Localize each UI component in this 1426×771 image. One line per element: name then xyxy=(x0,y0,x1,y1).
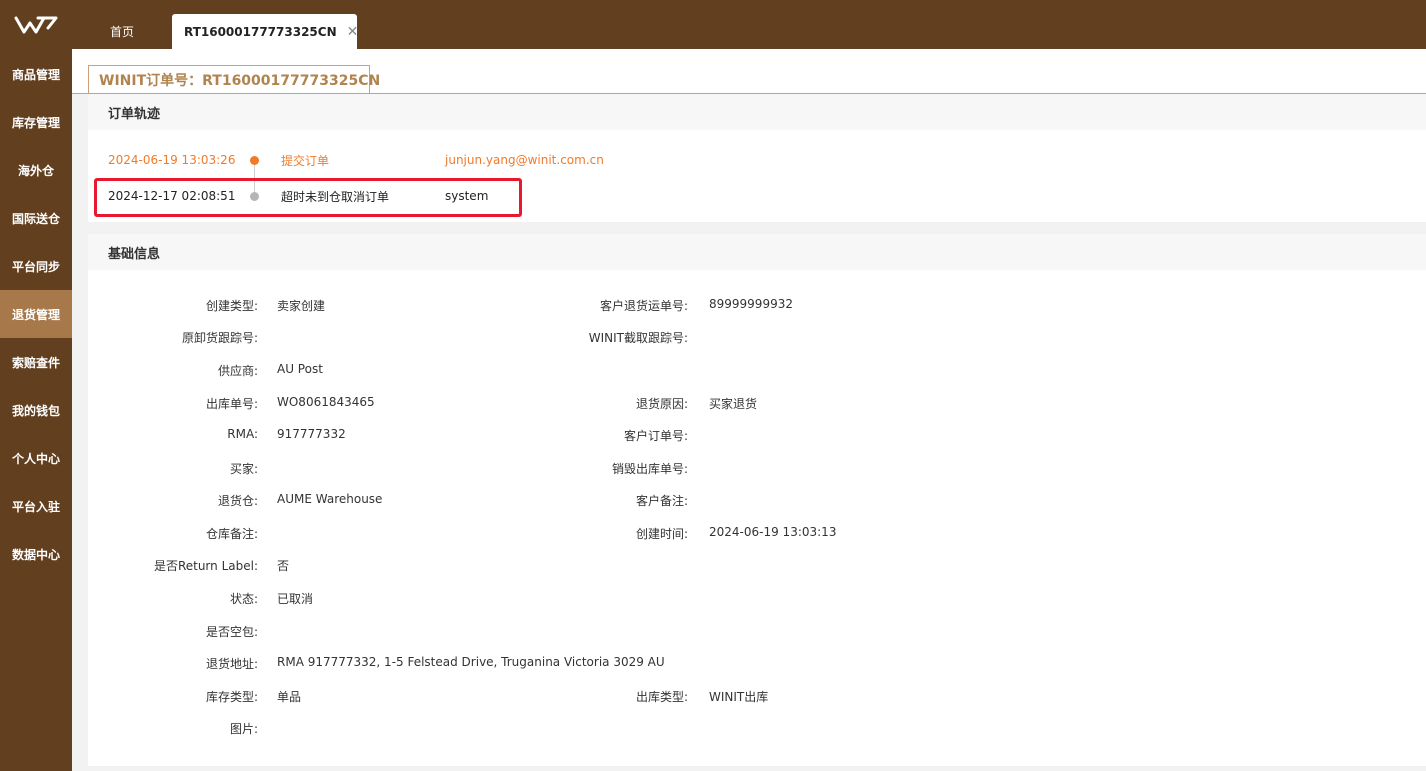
rma-label: RMA: xyxy=(227,427,258,441)
sidebar-item-claims[interactable]: 索赔查件 xyxy=(0,338,72,386)
sidebar-item-wallet[interactable]: 我的钱包 xyxy=(0,386,72,434)
order-track-panel: 订单轨迹 2024-06-19 13:03:26 提交订单 junjun.yan… xyxy=(88,94,1426,222)
status-value: 已取消 xyxy=(277,592,314,606)
winit-logo-icon[interactable] xyxy=(0,0,72,50)
supplier-label: 供应商: xyxy=(217,364,258,378)
top-tab-bar: 首页 RT16000177773325CN ✕ xyxy=(72,0,1426,49)
sidebar-nav: 商品管理 库存管理 海外仓 国际送仓 平台同步 退货管理 索赔查件 我的钱包 个… xyxy=(0,50,72,578)
customer-note-label: 客户备注: xyxy=(635,494,688,508)
sidebar-item-platform-onboarding[interactable]: 平台入驻 xyxy=(0,482,72,530)
create-time-value: 2024-06-19 13:03:13 xyxy=(709,525,837,539)
sidebar-item-data-center[interactable]: 数据中心 xyxy=(0,530,72,578)
stock-type-label: 库存类型: xyxy=(205,690,258,704)
create-type-value: 卖家创建 xyxy=(277,299,326,313)
tab-order-detail-label: RT16000177773325CN xyxy=(184,24,337,39)
status-label: 状态: xyxy=(229,592,258,606)
sidebar-item-profile[interactable]: 个人中心 xyxy=(0,434,72,482)
outbound-no-value: WO8061843465 xyxy=(277,395,375,409)
outbound-type-value: WINIT出库 xyxy=(709,690,769,704)
supplier-value: AU Post xyxy=(277,362,323,376)
return-reason-label: 退货原因: xyxy=(635,397,688,411)
timeline-dot-icon xyxy=(250,155,259,165)
winit-tracking-label: WINIT截取跟踪号: xyxy=(588,331,688,345)
buyer-label: 买家: xyxy=(229,462,258,476)
close-icon[interactable]: ✕ xyxy=(347,24,359,40)
outbound-type-label: 出库类型: xyxy=(635,690,688,704)
order-track-title: 订单轨迹 xyxy=(88,94,1426,130)
sidebar: 商品管理 库存管理 海外仓 国际送仓 平台同步 退货管理 索赔查件 我的钱包 个… xyxy=(0,0,72,771)
destroy-no-label: 销毁出库单号: xyxy=(611,462,688,476)
rma-value: 917777332 xyxy=(277,427,346,441)
timeline-action: 提交订单 xyxy=(281,153,330,168)
return-warehouse-label: 退货仓: xyxy=(217,494,258,508)
customer-order-label: 客户订单号: xyxy=(623,429,688,443)
subtab-bar: WINIT订单号：RT16000177773325CN xyxy=(72,49,1426,94)
return-reason-value: 买家退货 xyxy=(709,397,758,411)
return-label-flag-label: 是否Return Label: xyxy=(153,559,258,573)
customer-return-no-value: 89999999932 xyxy=(709,297,793,311)
tab-home[interactable]: 首页 xyxy=(96,14,148,49)
basic-info-panel: 基础信息 创建类型: 卖家创建 客户退货运单号: 89999999932 原卸货… xyxy=(88,234,1426,766)
stock-type-value: 单品 xyxy=(277,690,302,704)
order-number-subtab[interactable]: WINIT订单号：RT16000177773325CN xyxy=(88,65,380,94)
return-address-label: 退货地址: xyxy=(205,657,258,671)
sidebar-item-products[interactable]: 商品管理 xyxy=(0,50,72,98)
empty-package-label: 是否空包: xyxy=(205,625,258,639)
timeline-row: 2024-06-19 13:03:26 提交订单 junjun.yang@win… xyxy=(88,148,788,172)
customer-return-no-label: 客户退货运单号: xyxy=(599,299,688,313)
highlight-annotation-box xyxy=(94,178,522,217)
orig-tracking-label: 原卸货跟踪号: xyxy=(181,331,258,345)
images-label: 图片: xyxy=(229,722,258,736)
outbound-no-label: 出库单号: xyxy=(205,397,258,411)
sidebar-item-intl-shipping[interactable]: 国际送仓 xyxy=(0,194,72,242)
sidebar-item-returns[interactable]: 退货管理 xyxy=(0,290,72,338)
main-content: WINIT订单号：RT16000177773325CN 订单轨迹 2024-06… xyxy=(72,49,1426,771)
timeline-time: 2024-06-19 13:03:26 xyxy=(108,153,236,167)
create-type-label: 创建类型: xyxy=(205,299,258,313)
timeline-operator: junjun.yang@winit.com.cn xyxy=(445,153,604,167)
sidebar-item-overseas-warehouse[interactable]: 海外仓 xyxy=(0,146,72,194)
create-time-label: 创建时间: xyxy=(635,527,688,541)
sidebar-item-platform-sync[interactable]: 平台同步 xyxy=(0,242,72,290)
basic-info-title: 基础信息 xyxy=(88,234,1426,270)
return-label-flag-value: 否 xyxy=(277,559,290,573)
basic-info-grid: 创建类型: 卖家创建 客户退货运单号: 89999999932 原卸货跟踪号: … xyxy=(88,270,1426,766)
return-address-value: RMA 917777332, 1-5 Felstead Drive, Truga… xyxy=(277,655,665,669)
tab-order-detail[interactable]: RT16000177773325CN ✕ xyxy=(172,14,359,49)
return-warehouse-value: AUME Warehouse xyxy=(277,492,383,506)
sidebar-item-inventory[interactable]: 库存管理 xyxy=(0,98,72,146)
warehouse-note-label: 仓库备注: xyxy=(205,527,258,541)
